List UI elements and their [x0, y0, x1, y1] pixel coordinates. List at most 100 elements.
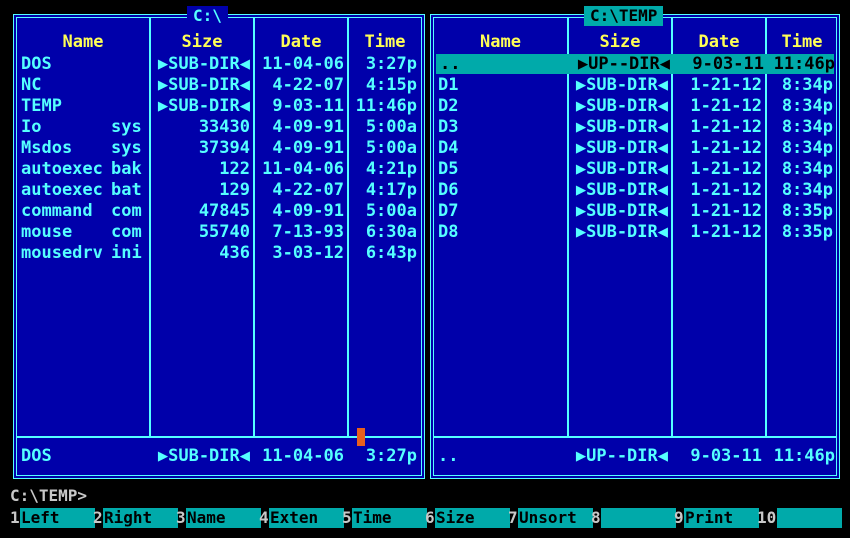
file-date: 1-21-12 [690, 159, 762, 179]
status-divider [434, 436, 836, 438]
file-date: 1-21-12 [690, 117, 762, 137]
header-time[interactable]: Time [767, 32, 837, 52]
file-date: 1-21-12 [690, 96, 762, 116]
file-row[interactable]: .. ▶UP--DIR◀ 9-03-11 11:46p [436, 54, 835, 74]
file-name: .. [440, 54, 461, 74]
file-ext [111, 54, 149, 74]
file-ext [528, 96, 566, 116]
file-time: 8:34p [781, 117, 833, 137]
file-size: 55740 [198, 222, 250, 242]
file-date: 3-03-12 [272, 243, 344, 263]
file-row[interactable]: D3 ▶SUB-DIR◀ 1-21-12 8:34p [434, 117, 836, 137]
header-name[interactable]: Name [17, 32, 149, 52]
file-ext: sys [111, 117, 142, 137]
function-key-f1[interactable]: 1 Left [10, 507, 95, 529]
status-time: 11:46p [773, 446, 835, 465]
file-ext: bat [111, 180, 142, 200]
header-date[interactable]: Date [673, 32, 765, 52]
file-ext [528, 180, 566, 200]
file-date: 7-13-93 [272, 222, 344, 242]
file-size: 122 [219, 159, 250, 179]
file-row[interactable]: D1 ▶SUB-DIR◀ 1-21-12 8:34p [434, 75, 836, 95]
function-key-f5[interactable]: 5 Time [342, 507, 427, 529]
function-key-f3[interactable]: 3 Name [176, 507, 261, 529]
file-row[interactable]: TEMP ▶SUB-DIR◀ 9-03-11 11:46p [17, 96, 421, 116]
file-row[interactable]: NC ▶SUB-DIR◀ 4-22-07 4:15p [17, 75, 421, 95]
function-key-number: 9 [674, 508, 684, 527]
file-row[interactable]: DOS ▶SUB-DIR◀ 11-04-06 3:27p [17, 54, 421, 74]
file-name: mouse [21, 222, 73, 242]
file-time: 8:34p [781, 138, 833, 158]
file-ext [530, 54, 568, 74]
file-date: 11-04-06 [262, 54, 344, 74]
file-row[interactable]: D7 ▶SUB-DIR◀ 1-21-12 8:35p [434, 201, 836, 221]
function-key-f7[interactable]: 7 Unsort [508, 507, 593, 529]
header-name[interactable]: Name [434, 32, 567, 52]
file-time: 8:34p [781, 180, 833, 200]
function-key-label: Left [20, 508, 95, 528]
file-name: Io [21, 117, 42, 137]
function-key-f9[interactable]: 9 Print [674, 507, 759, 529]
file-row[interactable]: D8 ▶SUB-DIR◀ 1-21-12 8:35p [434, 222, 836, 242]
status-time: 3:27p [365, 446, 417, 465]
file-size: ▶SUB-DIR◀ [575, 222, 668, 242]
file-size: ▶SUB-DIR◀ [575, 180, 668, 200]
file-time: 3:27p [365, 54, 417, 74]
file-size: ▶SUB-DIR◀ [157, 54, 250, 74]
file-row[interactable]: mouse com 55740 7-13-93 6:30a [17, 222, 421, 242]
file-date: 4-09-91 [272, 138, 344, 158]
file-name: DOS [21, 54, 52, 74]
right-status-line: .. ▶UP--DIR◀ 9-03-11 11:46p [434, 445, 836, 467]
file-time: 5:00a [365, 117, 417, 137]
file-date: 4-22-07 [272, 180, 344, 200]
file-name: command [21, 201, 93, 221]
command-prompt[interactable]: C:\TEMP> [10, 486, 87, 506]
file-ext: bak [111, 159, 142, 179]
file-row[interactable]: Msdos sys 37394 4-09-91 5:00a [17, 138, 421, 158]
file-date: 1-21-12 [690, 138, 762, 158]
file-row[interactable]: Io sys 33430 4-09-91 5:00a [17, 117, 421, 137]
file-row[interactable]: autoexec bak 122 11-04-06 4:21p [17, 159, 421, 179]
file-date: 9-03-11 [692, 54, 764, 74]
file-ext: sys [111, 138, 142, 158]
file-row[interactable]: autoexec bat 129 4-22-07 4:17p [17, 180, 421, 200]
file-row[interactable]: D2 ▶SUB-DIR◀ 1-21-12 8:34p [434, 96, 836, 116]
header-date[interactable]: Date [255, 32, 347, 52]
file-size: ▶SUB-DIR◀ [157, 75, 250, 95]
file-date: 1-21-12 [690, 75, 762, 95]
file-row[interactable]: D5 ▶SUB-DIR◀ 1-21-12 8:34p [434, 159, 836, 179]
file-row[interactable]: mousedrv ini 436 3-03-12 6:43p [17, 243, 421, 263]
file-name: D2 [438, 96, 459, 116]
file-row[interactable]: D4 ▶SUB-DIR◀ 1-21-12 8:34p [434, 138, 836, 158]
file-name: Msdos [21, 138, 73, 158]
file-ext [111, 96, 149, 116]
file-name: D3 [438, 117, 459, 137]
file-time: 4:15p [365, 75, 417, 95]
file-name: D5 [438, 159, 459, 179]
file-ext [528, 138, 566, 158]
right-panel[interactable]: C:\TEMP Name Size Date Time .. ▶UP--DIR◀ 9… [430, 6, 840, 479]
header-time[interactable]: Time [349, 32, 421, 52]
file-ext [528, 75, 566, 95]
file-date: 4-09-91 [272, 117, 344, 137]
function-key-number: 10 [757, 508, 777, 527]
function-key-f6[interactable]: 6 Size [425, 507, 510, 529]
right-panel-title: C:\TEMP [584, 6, 664, 26]
left-panel[interactable]: C:\ Name Size Date Time DOS ▶SUB-DIR◀ 11-0… [13, 6, 425, 479]
file-date: 1-21-12 [690, 180, 762, 200]
file-date: 11-04-06 [262, 159, 344, 179]
header-size[interactable]: Size [151, 32, 253, 52]
file-row[interactable]: command com 47845 4-09-91 5:00a [17, 201, 421, 221]
file-time: 5:00a [365, 138, 417, 158]
header-size[interactable]: Size [569, 32, 671, 52]
status-name: DOS [21, 446, 52, 465]
file-name: D6 [438, 180, 459, 200]
function-key-f2[interactable]: 2 Right [93, 507, 178, 529]
function-key-f10[interactable]: 10 [757, 507, 842, 529]
file-size: ▶SUB-DIR◀ [575, 138, 668, 158]
file-row[interactable]: D6 ▶SUB-DIR◀ 1-21-12 8:34p [434, 180, 836, 200]
function-key-f8[interactable]: 8 [591, 507, 676, 529]
function-key-f4[interactable]: 4 Exten [259, 507, 344, 529]
function-key-label: Right [103, 508, 178, 528]
file-date: 1-21-12 [690, 222, 762, 242]
